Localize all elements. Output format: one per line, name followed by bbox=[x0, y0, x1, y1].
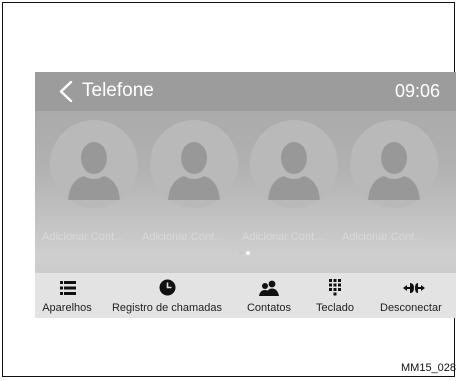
tab-aparelhos[interactable]: Aparelhos bbox=[35, 273, 99, 318]
people-icon bbox=[259, 280, 279, 296]
phone-screen: Telefone 09:06 Adicionar Cont... Adicion… bbox=[35, 72, 456, 318]
avatar-placeholder-icon bbox=[350, 120, 438, 208]
tab-label: Aparelhos bbox=[42, 302, 92, 314]
tab-label: Registro de chamadas bbox=[111, 302, 223, 314]
keypad-icon bbox=[329, 279, 341, 296]
page-title: Telefone bbox=[82, 80, 154, 101]
tab-label: Contatos bbox=[246, 302, 292, 314]
add-contact-slot[interactable]: Adicionar Cont... bbox=[42, 120, 146, 250]
back-chevron-icon[interactable] bbox=[57, 81, 76, 102]
page-indicator bbox=[236, 251, 256, 257]
add-contact-slot[interactable]: Adicionar Cont... bbox=[142, 120, 246, 250]
contact-label: Adicionar Cont... bbox=[42, 231, 124, 243]
clock: 09:06 bbox=[394, 81, 440, 101]
tab-label: Desconectar bbox=[380, 302, 442, 314]
bottom-tab-bar: Aparelhos Registro de chamadas Contatos bbox=[35, 273, 456, 318]
add-contact-slot[interactable]: Adicionar Cont... bbox=[342, 120, 446, 250]
tab-registro-de-chamadas[interactable]: Registro de chamadas bbox=[97, 273, 237, 318]
tab-desconectar[interactable]: Desconectar bbox=[378, 273, 456, 318]
figure-caption: MM15_028 bbox=[401, 362, 457, 374]
tab-label: Teclado bbox=[316, 302, 354, 314]
tab-contatos[interactable]: Contatos bbox=[240, 273, 298, 318]
tab-teclado[interactable]: Teclado bbox=[307, 273, 363, 318]
contact-label: Adicionar Cont... bbox=[242, 231, 324, 243]
contact-carousel: Adicionar Cont... Adicionar Cont... Adic… bbox=[35, 120, 456, 250]
avatar-placeholder-icon bbox=[50, 120, 138, 208]
add-contact-slot[interactable]: Adicionar Cont... bbox=[242, 120, 346, 250]
contact-label: Adicionar Cont... bbox=[342, 231, 424, 243]
contact-label: Adicionar Cont... bbox=[142, 231, 224, 243]
figure-frame: Telefone 09:06 Adicionar Cont... Adicion… bbox=[2, 2, 457, 377]
list-icon bbox=[60, 281, 76, 295]
page-dot bbox=[239, 251, 243, 255]
avatar-placeholder-icon bbox=[250, 120, 338, 208]
title-bar: Telefone 09:06 bbox=[35, 72, 456, 111]
page-dot-active bbox=[246, 251, 250, 255]
avatar-placeholder-icon bbox=[150, 120, 238, 208]
disconnect-icon bbox=[403, 283, 425, 293]
clock-icon bbox=[159, 279, 176, 296]
